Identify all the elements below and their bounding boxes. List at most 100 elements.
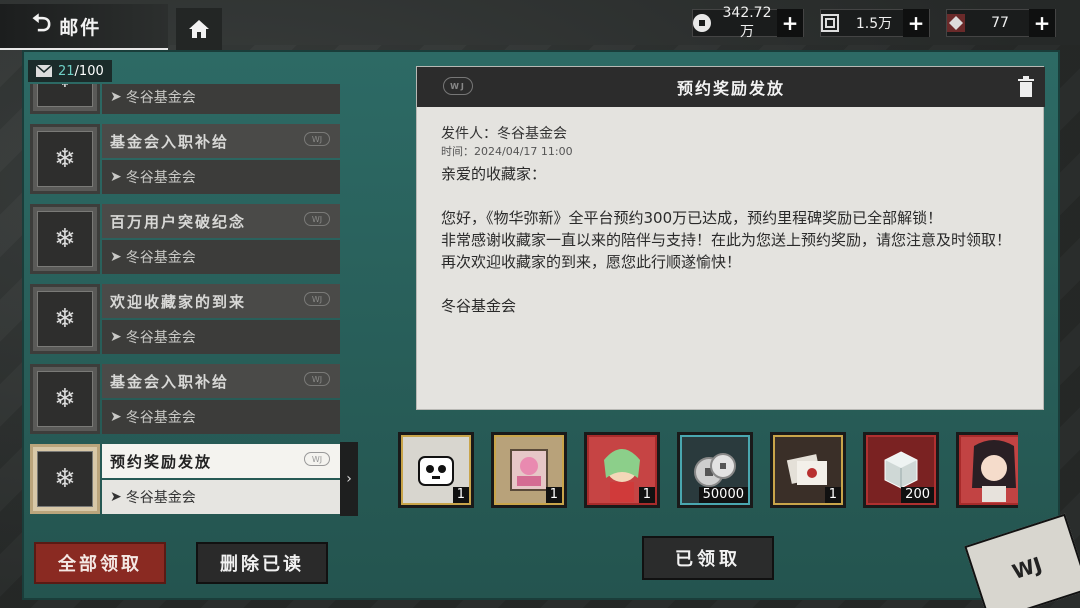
silver-coin-icon	[687, 8, 717, 38]
mail-sender-row: ➤ 冬谷基金会	[102, 84, 340, 114]
reward-quantity: 1	[824, 487, 841, 503]
mail-line-1: 您好，《物华弥新》全平台预约300万已达成，预约里程碑奖励已全部解锁！	[441, 209, 943, 227]
mail-sender-row: ➤ 冬谷基金会	[102, 160, 340, 194]
crystal-ticket-value: 77	[991, 15, 1009, 31]
mail-signature: 冬谷基金会	[441, 297, 517, 315]
mail-detail-title: 预约奖励发放	[676, 79, 785, 98]
back-arrow-icon: ⮌	[32, 8, 52, 37]
snowflake-emblem-icon: ❄	[54, 84, 76, 94]
mail-from: 发件人：冬谷基金会	[441, 126, 567, 142]
wj-badge-icon: WJ	[304, 372, 330, 386]
mail-item-selected[interactable]: ❄ 预约奖励发放 WJ ➤ 冬谷基金会 ›	[28, 442, 358, 516]
claimed-button[interactable]: 已领取	[642, 536, 774, 580]
back-button[interactable]: ⮌ 邮件	[0, 4, 168, 50]
top-bar: ⮌ 邮件 342.72万 + 1.5万 + 77 +	[0, 0, 1080, 50]
reward-list: 1 1 1 50000 1 200	[398, 432, 1018, 510]
paper-plane-icon: ➤	[110, 489, 122, 505]
mail-sender: 冬谷基金会	[125, 170, 196, 186]
paper-plane-icon: ➤	[110, 409, 122, 425]
claim-all-button[interactable]: 全部领取	[34, 542, 166, 584]
crystal-cube-icon	[884, 451, 918, 489]
portrait-card-icon	[510, 449, 548, 491]
mail-sender: 冬谷基金会	[125, 250, 196, 266]
mail-body: 亲爱的收藏家： 您好，《物华弥新》全平台预约300万已达成，预约里程碑奖励已全部…	[441, 163, 1027, 317]
currency-silver: 342.72万 +	[692, 5, 804, 40]
delete-read-button[interactable]: 删除已读	[196, 542, 328, 584]
mail-item[interactable]: ❄ 基金会入职补给 WJ ➤ 冬谷基金会	[28, 122, 358, 196]
add-square-token-button[interactable]: +	[903, 9, 929, 37]
wj-badge-icon: WJ	[304, 132, 330, 146]
mail-list[interactable]: ❄ ➤冬谷基金会 ❄ 基金会入职补给 WJ ➤冬谷基金会 ❄ 百万用户突破纪念 …	[28, 84, 358, 520]
chevron-right-icon: ›	[340, 442, 358, 516]
mail-line-2: 非常感谢收藏家一直以来的陪伴与支持！在此为您送上预约奖励，请您注意及时领取！	[441, 231, 1012, 249]
snowflake-emblem-icon: ❄	[54, 304, 76, 334]
paper-plane-icon: ➤	[110, 249, 122, 265]
silver-coins-icon	[694, 453, 736, 487]
mail-thumbnail: ❄	[30, 204, 100, 274]
envelope-icon	[36, 65, 52, 77]
reward-item[interactable]: 1	[398, 432, 474, 508]
add-crystal-ticket-button[interactable]: +	[1029, 9, 1055, 37]
snowflake-emblem-icon: ❄	[54, 144, 76, 174]
reward-item[interactable]	[956, 432, 1018, 508]
square-token-icon	[815, 8, 845, 38]
add-silver-button[interactable]: +	[777, 9, 803, 37]
mail-sender: 冬谷基金会	[125, 330, 196, 346]
mail-thumbnail: ❄	[30, 364, 100, 434]
home-button[interactable]	[176, 8, 222, 50]
paper-plane-icon: ➤	[110, 89, 122, 105]
reward-item[interactable]: 200	[863, 432, 939, 508]
currency-crystal-ticket: 77 +	[946, 9, 1056, 37]
reward-quantity: 200	[901, 487, 934, 503]
mail-detail: WJ 预约奖励发放 发件人：冬谷基金会 时间：2024/04/17 11:00 …	[416, 66, 1045, 410]
mail-thumbnail: ❄	[30, 444, 100, 514]
mail-count-current: 21	[58, 63, 75, 79]
reward-quantity: 1	[452, 487, 469, 503]
mail-item[interactable]: ❄ 百万用户突破纪念 WJ ➤ 冬谷基金会	[28, 202, 358, 276]
paper-plane-icon: ➤	[110, 169, 122, 185]
mail-item[interactable]: ❄ ➤冬谷基金会	[28, 84, 358, 116]
snowflake-emblem-icon: ❄	[54, 464, 76, 494]
mail-thumbnail: ❄	[30, 124, 100, 194]
wj-badge-icon: WJ	[304, 452, 330, 466]
wj-logo-icon: WJ	[443, 77, 473, 95]
mail-item[interactable]: ❄ 欢迎收藏家的到来 WJ ➤ 冬谷基金会	[28, 282, 358, 356]
mail-sender: 冬谷基金会	[125, 410, 196, 426]
snowflake-emblem-icon: ❄	[54, 224, 76, 254]
silver-value: 342.72万	[722, 5, 772, 40]
mail-detail-header: WJ 预约奖励发放	[417, 67, 1045, 107]
paper-plane-icon: ➤	[110, 329, 122, 345]
mail-sender-row: ➤ 冬谷基金会	[102, 320, 340, 354]
mail-item[interactable]: ❄ 基金会入职补给 WJ ➤ 冬谷基金会	[28, 362, 358, 436]
currency-square-token: 1.5万 +	[820, 9, 930, 37]
mail-counter: 21/100	[28, 60, 112, 82]
reward-item[interactable]: 1	[770, 432, 846, 508]
mail-sender-row: ➤ 冬谷基金会	[102, 240, 340, 274]
snowflake-emblem-icon: ❄	[54, 384, 76, 414]
character-card-2-icon	[972, 440, 1016, 502]
reward-quantity: 50000	[698, 487, 748, 503]
mail-line-3: 再次欢迎收藏家的到来，愿您此行顺遂愉快！	[441, 253, 742, 271]
page-title: 邮件	[59, 16, 102, 39]
mail-sender: 冬谷基金会	[125, 90, 196, 106]
reward-quantity: 1	[545, 487, 562, 503]
mail-time: 时间：2024/04/17 11:00	[441, 145, 573, 158]
mail-thumbnail: ❄	[30, 284, 100, 354]
reward-item[interactable]: 1	[491, 432, 567, 508]
reward-item[interactable]: 50000	[677, 432, 753, 508]
mail-count-total: /100	[74, 63, 104, 79]
mail-sender: 冬谷基金会	[125, 490, 196, 506]
reward-quantity: 1	[638, 487, 655, 503]
square-token-value: 1.5万	[855, 16, 893, 32]
mail-sender-row: ➤ 冬谷基金会	[102, 480, 340, 514]
wj-badge-icon: WJ	[304, 292, 330, 306]
crystal-ticket-icon	[941, 8, 971, 38]
mail-thumbnail: ❄	[30, 84, 100, 114]
reward-item[interactable]: 1	[584, 432, 660, 508]
mail-sender-row: ➤ 冬谷基金会	[102, 400, 340, 434]
home-icon	[189, 20, 209, 38]
wj-badge-icon: WJ	[304, 212, 330, 226]
trash-icon[interactable]	[1017, 76, 1035, 98]
mail-greeting: 亲爱的收藏家：	[441, 165, 547, 183]
panda-avatar-icon	[418, 456, 454, 486]
